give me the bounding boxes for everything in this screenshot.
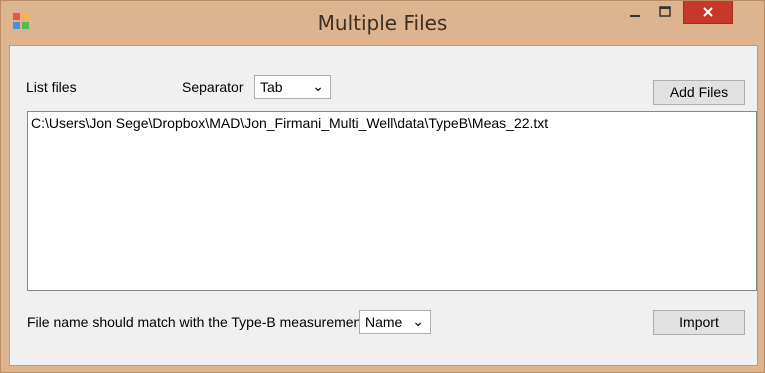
match-select[interactable]: Name ⌄ [359,310,431,334]
separator-select[interactable]: Tab ⌄ [254,75,331,99]
import-button[interactable]: Import [653,310,745,335]
maximize-icon [659,6,671,17]
client-area: List files Separator Tab ⌄ Add Files C:\… [9,45,758,366]
list-item[interactable]: C:\Users\Jon Sege\Dropbox\MAD\Jon_Firman… [31,115,548,131]
maximize-button[interactable] [651,1,679,23]
minimize-icon [630,15,640,17]
close-icon [703,7,713,17]
match-value: Name [365,314,403,330]
close-button[interactable] [683,1,733,24]
list-files-label: List files [26,79,77,95]
chevron-down-icon: ⌄ [412,313,424,329]
window-title: Multiple Files [317,11,448,35]
file-listbox[interactable]: C:\Users\Jon Sege\Dropbox\MAD\Jon_Firman… [27,111,757,291]
separator-label: Separator [182,79,244,95]
multiple-files-window: Multiple Files List files Separator Tab … [0,0,765,373]
chevron-down-icon: ⌄ [312,78,324,94]
add-files-button[interactable]: Add Files [653,80,745,105]
separator-value: Tab [260,79,283,95]
title-bar: Multiple Files [1,1,764,45]
match-label: File name should match with the Type-B m… [27,314,366,330]
minimize-button[interactable] [621,1,649,23]
